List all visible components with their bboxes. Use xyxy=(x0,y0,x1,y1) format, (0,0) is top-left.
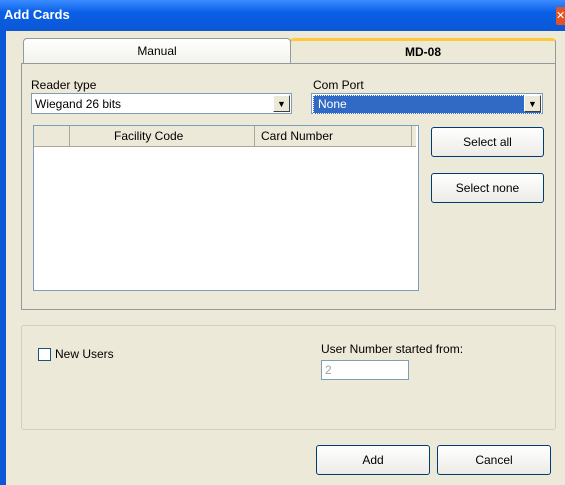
user-number-label: User Number started from: xyxy=(321,342,464,356)
com-port-select[interactable]: None ▼ xyxy=(311,93,543,114)
chevron-down-icon[interactable]: ▼ xyxy=(273,95,290,112)
cancel-button[interactable]: Cancel xyxy=(437,445,551,475)
new-users-label[interactable]: New Users xyxy=(55,347,114,361)
com-port-value: None xyxy=(313,95,541,114)
add-button[interactable]: Add xyxy=(316,445,430,475)
new-users-group xyxy=(21,325,556,430)
card-list[interactable]: Facility Code Card Number xyxy=(33,125,419,291)
select-none-button[interactable]: Select none xyxy=(431,173,544,203)
reader-type-select[interactable]: Wiegand 26 bits ▼ xyxy=(31,93,292,114)
select-all-button[interactable]: Select all xyxy=(431,127,544,157)
chevron-down-icon[interactable]: ▼ xyxy=(524,95,541,112)
new-users-checkbox[interactable] xyxy=(38,348,51,361)
column-header-index[interactable] xyxy=(34,126,70,146)
column-header-facility-code[interactable]: Facility Code xyxy=(70,126,255,146)
tab-manual[interactable]: Manual xyxy=(23,38,291,65)
close-icon[interactable]: ✕ xyxy=(556,7,565,25)
reader-type-label: Reader type xyxy=(31,78,97,92)
add-cards-dialog: Add Cards ✕ Manual MD-08 Reader type Wie… xyxy=(0,0,565,485)
window-frame-edge xyxy=(0,31,6,485)
window-title: Add Cards xyxy=(4,7,70,22)
user-number-input[interactable]: 2 xyxy=(321,360,409,380)
reader-type-value: Wiegand 26 bits xyxy=(35,97,122,111)
com-port-label: Com Port xyxy=(313,78,364,92)
card-list-header: Facility Code Card Number xyxy=(34,126,416,147)
title-bar[interactable]: Add Cards ✕ xyxy=(0,0,565,31)
column-header-card-number[interactable]: Card Number xyxy=(255,126,412,146)
